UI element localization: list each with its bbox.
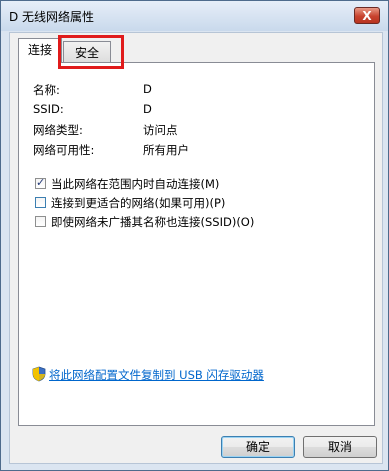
title-bar[interactable]: D 无线网络属性 X bbox=[1, 1, 388, 31]
tab-panel-connection: 名称: D SSID: D 网络类型: 访问点 网络可用性: 所有用户 当此网络… bbox=[18, 62, 375, 426]
ok-button[interactable]: 确定 bbox=[221, 436, 295, 458]
availability-label: 网络可用性: bbox=[33, 143, 95, 157]
window-title: D 无线网络属性 bbox=[9, 10, 95, 24]
shield-icon bbox=[32, 366, 46, 382]
dialog-body: 连接 安全 名称: D SSID: D 网络类型: 访问点 网络可用性: 所有用… bbox=[9, 32, 383, 464]
network-type-label: 网络类型: bbox=[33, 123, 83, 137]
security-tab-highlight-box bbox=[58, 35, 124, 69]
tab-connection-label: 连接 bbox=[27, 43, 52, 57]
ssid-value: D bbox=[143, 102, 152, 116]
copy-profile-link[interactable]: 将此网络配置文件复制到 USB 闪存驱动器 bbox=[49, 367, 264, 383]
tab-connection[interactable]: 连接 bbox=[18, 38, 62, 63]
auto-connect-checkbox[interactable] bbox=[35, 176, 46, 189]
cancel-button[interactable]: 取消 bbox=[303, 436, 377, 458]
prefer-network-checkbox[interactable] bbox=[35, 197, 46, 208]
hidden-ssid-label: 即使网络未广播其名称也连接(SSID)(O) bbox=[51, 215, 255, 229]
hidden-ssid-checkbox[interactable] bbox=[35, 216, 46, 227]
auto-connect-label: 当此网络在范围内时自动连接(M) bbox=[51, 177, 220, 191]
name-label: 名称: bbox=[33, 83, 60, 97]
ssid-label: SSID: bbox=[33, 102, 64, 116]
network-type-value: 访问点 bbox=[143, 123, 178, 137]
availability-value: 所有用户 bbox=[143, 143, 189, 157]
prefer-network-label: 连接到更适合的网络(如果可用)(P) bbox=[51, 196, 226, 210]
close-button[interactable]: X bbox=[354, 7, 380, 24]
close-icon: X bbox=[362, 9, 372, 23]
name-value: D bbox=[143, 82, 152, 96]
properties-window: D 无线网络属性 X 连接 安全 名称: D SSID: D 网络类型: 访问点… bbox=[0, 0, 389, 471]
